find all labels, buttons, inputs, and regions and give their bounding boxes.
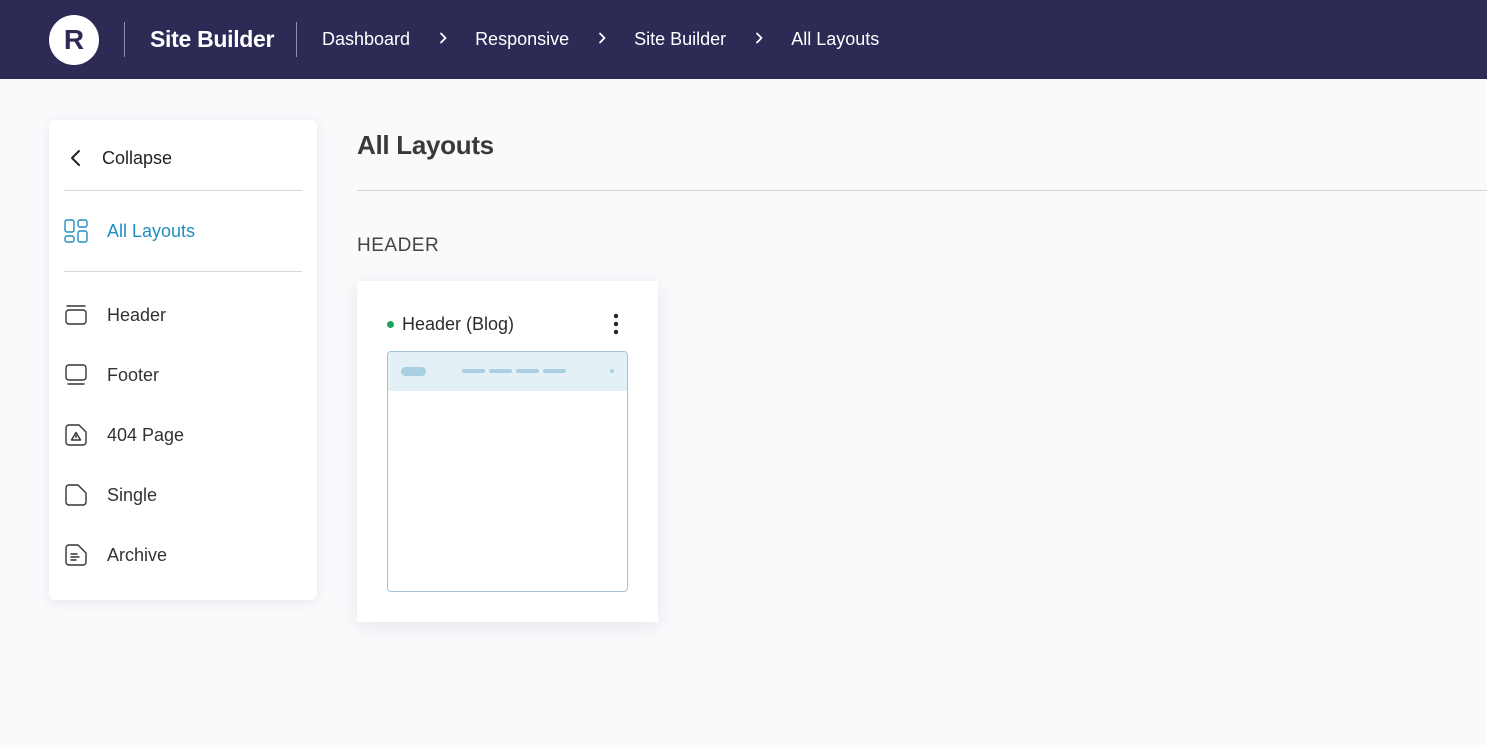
breadcrumb-dashboard[interactable]: Dashboard: [322, 29, 410, 50]
top-navigation-bar: R Site Builder Dashboard Responsive Site…: [0, 0, 1487, 79]
sidebar-item-all-layouts[interactable]: All Layouts: [64, 213, 302, 249]
brand-logo[interactable]: R: [49, 15, 99, 65]
sidebar-item-label: Header: [107, 304, 167, 325]
layout-card-title[interactable]: Header (Blog): [402, 314, 514, 335]
chevron-left-icon: [69, 149, 93, 167]
breadcrumb-responsive[interactable]: Responsive: [475, 29, 569, 50]
sidebar-item-404-page[interactable]: 404 Page: [64, 417, 302, 453]
layout-card: Header (Blog): [357, 281, 658, 622]
more-options-icon[interactable]: [604, 311, 628, 337]
sidebar-item-footer[interactable]: Footer: [64, 357, 302, 393]
sidebar-item-label: All Layouts: [107, 220, 196, 241]
layout-card-header: Header (Blog): [387, 311, 628, 337]
sidebar-item-archive[interactable]: Archive: [64, 537, 302, 573]
chevron-right-icon: [569, 31, 634, 49]
sidebar-item-label: Archive: [107, 544, 168, 565]
preview-logo-placeholder: [401, 367, 426, 376]
grid-layout-icon: [64, 219, 88, 243]
chevron-right-icon: [410, 31, 475, 49]
footer-layout-icon: [64, 363, 88, 387]
logo-letter: R: [63, 24, 85, 55]
active-status-dot: [387, 320, 394, 328]
sidebar-item-label: Single: [107, 484, 158, 505]
topbar-divider: [296, 22, 297, 57]
page-title: All Layouts: [357, 130, 494, 160]
preview-header-bar: [388, 352, 627, 391]
app-title: Site Builder: [150, 26, 275, 52]
breadcrumb-site-builder[interactable]: Site Builder: [634, 29, 726, 50]
layout-preview-thumbnail[interactable]: [387, 351, 628, 592]
archive-page-icon: [64, 543, 88, 567]
preview-nav-placeholder: [462, 369, 485, 373]
chevron-right-icon: [726, 31, 791, 49]
sidebar-item-label: Footer: [107, 364, 160, 385]
section-heading: HEADER: [357, 235, 440, 256]
header-layout-icon: [64, 303, 88, 327]
breadcrumb-all-layouts[interactable]: All Layouts: [791, 29, 879, 50]
sidebar-item-header[interactable]: Header: [64, 297, 302, 333]
layout-sidebar: Collapse All Layouts Header Footer 404 P…: [49, 120, 317, 600]
sidebar-divider: [64, 271, 302, 272]
sidebar-item-label: 404 Page: [107, 424, 185, 445]
preview-nav-placeholder: [543, 369, 566, 373]
preview-nav-placeholder: [516, 369, 539, 373]
single-page-icon: [64, 483, 88, 507]
breadcrumb: Dashboard Responsive Site Builder All La…: [322, 29, 879, 50]
preview-icon-placeholder: [610, 369, 614, 373]
warning-page-icon: [64, 423, 88, 447]
preview-nav-placeholder: [489, 369, 512, 373]
sidebar-item-single[interactable]: Single: [64, 477, 302, 513]
sidebar-divider: [64, 190, 302, 191]
topbar-divider: [124, 22, 125, 57]
collapse-label: Collapse: [102, 147, 173, 168]
collapse-button[interactable]: Collapse: [64, 140, 302, 176]
title-divider: [357, 190, 1487, 191]
